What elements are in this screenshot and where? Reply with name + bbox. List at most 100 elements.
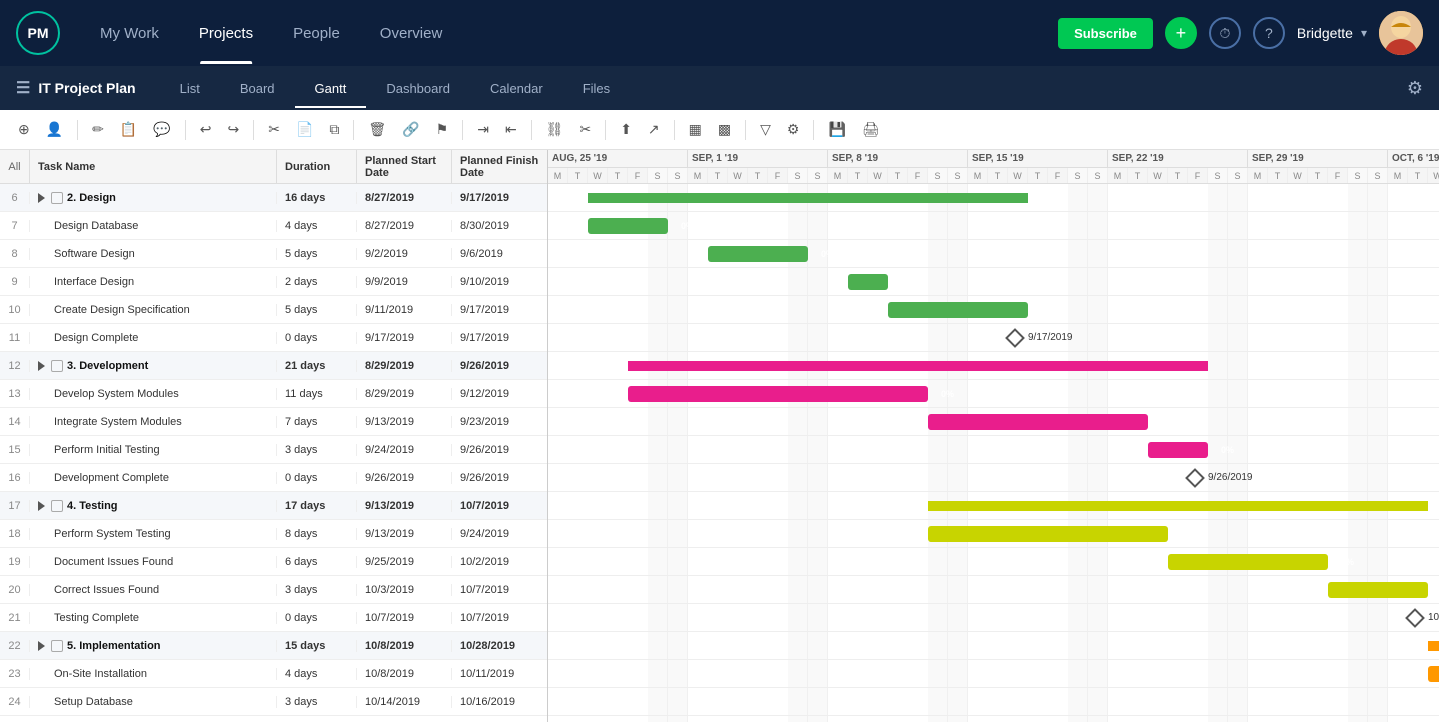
task-row[interactable]: 25 Import Live Data 5 days 10/17/2019 10… [0,716,547,722]
print-btn[interactable]: 🖨 [856,117,886,142]
gantt-task-bar[interactable]: 0% [588,218,668,234]
indent-btn[interactable]: ⇥ [471,117,495,142]
row-finish-cell: 9/17/2019 [452,332,547,344]
task-row[interactable]: 19 Document Issues Found 6 days 9/25/201… [0,548,547,576]
task-name-label: Develop System Modules [54,388,179,400]
gantt-task-bar[interactable]: 0% [888,302,1028,318]
weekend-column [808,660,828,687]
weekend-column [928,436,948,463]
tab-list[interactable]: List [160,69,220,108]
gantt-task-bar[interactable]: 0% [1148,442,1208,458]
weekend-column [948,632,968,659]
grid2-btn[interactable]: ▩ [712,117,737,142]
comment-btn[interactable]: 💬 [147,117,176,142]
logo[interactable]: PM [16,11,60,55]
redo-btn[interactable]: ↪ [222,117,246,142]
tab-board[interactable]: Board [220,69,295,108]
timer-icon[interactable]: ⏱ [1209,17,1241,49]
delete-btn[interactable]: 🗑 [362,117,392,142]
task-row[interactable]: 17 4. Testing 17 days 9/13/2019 10/7/201… [0,492,547,520]
grid1-btn[interactable]: ▦ [683,117,708,142]
flag-btn[interactable]: ⚑ [430,117,455,142]
gantt-task-bar[interactable]: 0% [1328,582,1428,598]
edit-btn[interactable]: ✏ [86,117,110,142]
group-checkbox[interactable] [51,192,63,204]
task-row[interactable]: 22 5. Implementation 15 days 10/8/2019 1… [0,632,547,660]
gantt-task-bar[interactable]: 0% [628,386,928,402]
help-icon[interactable]: ? [1253,17,1285,49]
filter-btn[interactable]: ▽ [754,117,777,142]
task-row[interactable]: 18 Perform System Testing 8 days 9/13/20… [0,520,547,548]
gantt-task-bar[interactable]: 0% [708,246,808,262]
task-row[interactable]: 6 2. Design 16 days 8/27/2019 9/17/2019 [0,184,547,212]
task-row[interactable]: 23 On-Site Installation 4 days 10/8/2019… [0,660,547,688]
tab-calendar[interactable]: Calendar [470,69,563,108]
task-row[interactable]: 16 Development Complete 0 days 9/26/2019… [0,464,547,492]
hamburger-icon[interactable]: ☰ [16,78,30,98]
task-name-label: Testing Complete [54,612,139,624]
task-row[interactable]: 14 Integrate System Modules 7 days 9/13/… [0,408,547,436]
task-row[interactable]: 12 3. Development 21 days 8/29/2019 9/26… [0,352,547,380]
row-name-cell: Document Issues Found [30,556,277,568]
group-checkbox[interactable] [51,640,63,652]
nav-people[interactable]: People [277,17,356,50]
subscribe-button[interactable]: Subscribe [1058,18,1153,49]
avatar[interactable] [1379,11,1423,55]
save-btn[interactable]: 💾 [822,117,851,142]
weekend-column [1228,352,1248,379]
chain-btn[interactable]: ⛓ [540,117,570,142]
undo-btn[interactable]: ↩ [194,117,218,142]
task-row[interactable]: 20 Correct Issues Found 3 days 10/3/2019… [0,576,547,604]
weekend-column [1348,464,1368,491]
row-number: 6 [0,192,30,204]
task-row[interactable]: 24 Setup Database 3 days 10/14/2019 10/1… [0,688,547,716]
gantt-task-bar[interactable]: 0% [1428,666,1439,682]
settings-icon[interactable]: ⚙ [1407,78,1423,98]
gantt-task-bar[interactable]: 0% [848,274,888,290]
outdent-btn[interactable]: ⇤ [499,117,523,142]
task-row[interactable]: 13 Develop System Modules 11 days 8/29/2… [0,380,547,408]
weekend-column [648,436,668,463]
task-row[interactable]: 7 Design Database 4 days 8/27/2019 8/30/… [0,212,547,240]
upload-btn[interactable]: ⬆ [614,117,638,142]
link-btn[interactable]: 🔗 [396,117,425,142]
copy2-btn[interactable]: ⧉ [323,117,345,142]
task-row[interactable]: 11 Design Complete 0 days 9/17/2019 9/17… [0,324,547,352]
assign-btn[interactable]: 👤 [40,117,69,142]
paste-btn[interactable]: 📄 [290,117,319,142]
add-icon[interactable]: + [1165,17,1197,49]
weekend-column [1208,240,1228,267]
cut-btn[interactable]: ✂ [262,117,286,142]
weekend-column [1348,380,1368,407]
task-row[interactable]: 9 Interface Design 2 days 9/9/2019 9/10/… [0,268,547,296]
group-checkbox[interactable] [51,360,63,372]
task-row[interactable]: 21 Testing Complete 0 days 10/7/2019 10/… [0,604,547,632]
gantt-group-bar[interactable] [1428,641,1439,651]
tab-dashboard[interactable]: Dashboard [366,69,470,108]
weekend-column [1088,436,1108,463]
nav-overview[interactable]: Overview [364,17,459,50]
options-btn[interactable]: ⚙ [781,117,806,142]
task-row[interactable]: 10 Create Design Specification 5 days 9/… [0,296,547,324]
gantt-group-bar[interactable] [928,501,1428,511]
gantt-group-bar[interactable] [628,361,1208,371]
tab-gantt[interactable]: Gantt [295,69,367,108]
share-btn[interactable]: ↗ [642,117,666,142]
user-area[interactable]: Bridgette ▾ [1297,25,1367,41]
gantt-task-bar[interactable]: 0% [1168,554,1328,570]
task-row[interactable]: 8 Software Design 5 days 9/2/2019 9/6/20… [0,240,547,268]
row-name-cell: Develop System Modules [30,388,277,400]
tab-files[interactable]: Files [563,69,630,108]
nav-projects[interactable]: Projects [183,17,269,50]
copy-btn[interactable]: 📋 [114,117,143,142]
nav-my-work[interactable]: My Work [84,17,175,50]
group-checkbox[interactable] [51,500,63,512]
gantt-task-bar[interactable]: 0% [928,526,1168,542]
milestone-label: 10/7/2019 [1428,612,1439,623]
gantt-task-bar[interactable]: 0% [928,414,1148,430]
unchain-btn[interactable]: ✂ [573,117,597,142]
task-row[interactable]: 15 Perform Initial Testing 3 days 9/24/2… [0,436,547,464]
gantt-group-bar[interactable] [588,193,1028,203]
add-task-btn[interactable]: ⊕ [12,117,36,142]
gantt-chart[interactable]: AUG, 25 '19SEP, 1 '19SEP, 8 '19SEP, 15 '… [548,150,1439,722]
